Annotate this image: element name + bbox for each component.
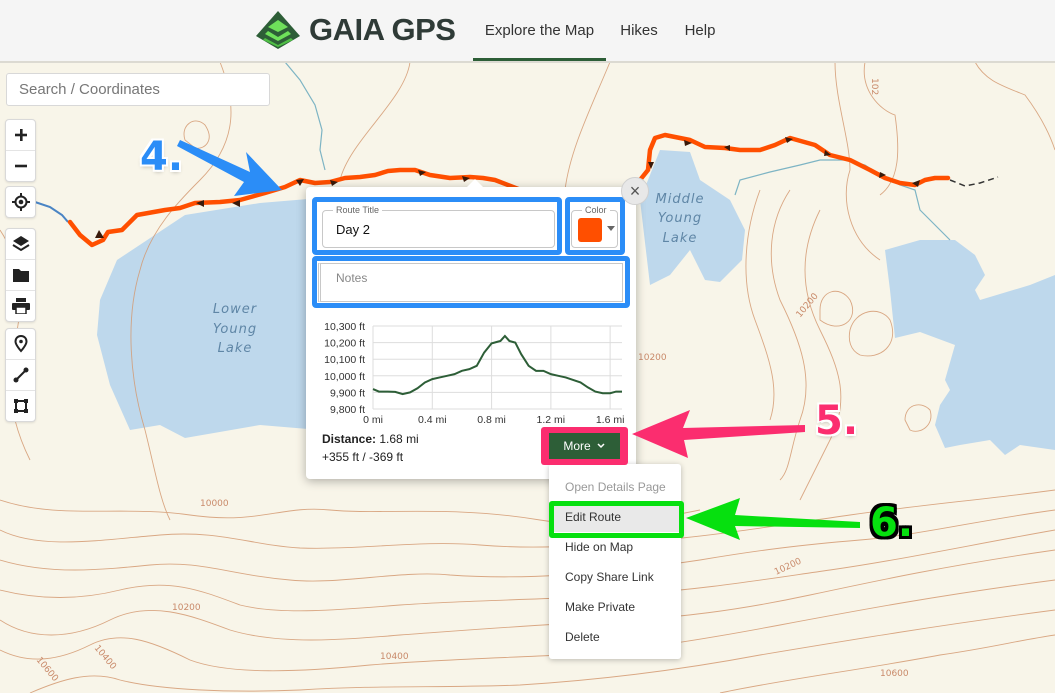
route-draw-icon bbox=[13, 367, 28, 383]
route-title-label: Route Title bbox=[333, 205, 383, 215]
x-tick-label: 0 mi bbox=[363, 414, 383, 423]
nav-label: Help bbox=[684, 22, 716, 39]
contour-label: 10200 bbox=[172, 603, 201, 613]
contour-label: 102 bbox=[869, 78, 879, 95]
area-draw-icon bbox=[13, 399, 28, 413]
nav-help[interactable]: Help bbox=[672, 0, 728, 61]
notes-placeholder: Notes bbox=[336, 271, 368, 285]
search-placeholder: Search / Coordinates bbox=[19, 81, 160, 98]
nav-label: Hikes bbox=[620, 22, 658, 39]
x-tick-label: 1.2 mi bbox=[537, 414, 566, 423]
menu-edit-route[interactable]: Edit Route bbox=[549, 502, 681, 532]
brand-name: GAIA GPS bbox=[309, 12, 456, 47]
layers-icon bbox=[11, 236, 30, 252]
menu-copy-share-link[interactable]: Copy Share Link bbox=[549, 562, 681, 592]
printer-icon bbox=[11, 298, 30, 314]
y-tick-label: 10,200 ft bbox=[324, 338, 365, 350]
plus-icon bbox=[14, 129, 27, 141]
lake-label: Lake bbox=[663, 231, 698, 246]
color-label: Color bbox=[582, 205, 610, 215]
search-input[interactable]: Search / Coordinates bbox=[6, 73, 270, 106]
route-stats: Distance: 1.68 mi +355 ft / -369 ft bbox=[322, 430, 419, 466]
locate-control bbox=[5, 186, 36, 218]
contour-label: 10200 bbox=[638, 353, 667, 363]
nav-explore-the-map[interactable]: Explore the Map bbox=[473, 0, 606, 61]
step5-label: 5. bbox=[815, 398, 859, 444]
step6-label: 6. bbox=[870, 500, 914, 546]
elevation-chart-svg: 9,800 ft 9,900 ft 10,000 ft 10,100 ft 10,200… bbox=[324, 321, 625, 426]
distance-label: Distance: bbox=[322, 432, 377, 446]
contour-label: 10400 bbox=[380, 652, 409, 662]
step4-label: 4. bbox=[140, 134, 184, 180]
draw-route-button[interactable] bbox=[6, 360, 35, 391]
menu-delete[interactable]: Delete bbox=[549, 622, 681, 652]
contour-label: 10000 bbox=[200, 499, 229, 509]
elevation-change: +355 ft / -369 ft bbox=[322, 450, 404, 464]
mountain-logo-icon bbox=[256, 11, 300, 49]
more-label: More bbox=[563, 439, 591, 453]
folder-icon bbox=[12, 269, 29, 282]
menu-item-label: Edit Route bbox=[565, 510, 622, 524]
menu-item-label: Hide on Map bbox=[565, 540, 634, 554]
menu-make-private[interactable]: Make Private bbox=[549, 592, 681, 622]
zoom-controls bbox=[5, 119, 36, 182]
map-pin-icon bbox=[13, 335, 28, 353]
route-title-value: Day 2 bbox=[336, 222, 370, 237]
lake-label: Lower bbox=[213, 302, 258, 317]
route-title-field[interactable]: Route Title Day 2 bbox=[322, 205, 555, 248]
nav-label: Explore the Map bbox=[484, 22, 595, 39]
elevation-chart: 9,800 ft 9,900 ft 10,000 ft 10,100 ft 10,200… bbox=[310, 318, 630, 426]
x-tick-label: 0.4 mi bbox=[418, 414, 447, 423]
menu-hide-on-map[interactable]: Hide on Map bbox=[549, 532, 681, 562]
distance-value: 1.68 mi bbox=[379, 432, 419, 446]
close-icon: × bbox=[629, 180, 641, 201]
y-tick-label: 9,900 ft bbox=[330, 387, 365, 399]
y-tick-label: 10,000 ft bbox=[324, 371, 365, 383]
lake-label: Young bbox=[213, 322, 257, 337]
notes-field[interactable]: Notes bbox=[318, 263, 623, 302]
brand-logo[interactable]: GAIA GPS bbox=[255, 10, 456, 50]
lake-label: Lake bbox=[218, 341, 253, 356]
draw-area-button[interactable] bbox=[6, 391, 35, 421]
more-button[interactable]: More bbox=[549, 433, 620, 459]
layers-tools-controls bbox=[5, 228, 36, 322]
menu-item-label: Open Details Page bbox=[565, 480, 666, 494]
menu-item-label: Copy Share Link bbox=[565, 570, 654, 584]
zoom-in-button[interactable] bbox=[6, 120, 35, 151]
y-tick-label: 10,300 ft bbox=[324, 321, 365, 333]
color-picker[interactable]: Color bbox=[571, 205, 618, 248]
menu-open-details-page[interactable]: Open Details Page bbox=[549, 472, 681, 502]
x-tick-label: 0.8 mi bbox=[477, 414, 506, 423]
menu-item-label: Make Private bbox=[565, 600, 636, 614]
top-navigation-bar: GAIA GPS Explore the Map Hikes Help bbox=[0, 0, 1055, 63]
elevation-line bbox=[372, 334, 622, 396]
zoom-out-button[interactable] bbox=[6, 151, 35, 181]
draw-controls bbox=[5, 328, 36, 422]
print-button[interactable] bbox=[6, 291, 35, 321]
crosshair-locate-icon bbox=[11, 193, 30, 211]
caret-down-icon bbox=[607, 226, 615, 231]
layers-button[interactable] bbox=[6, 229, 35, 260]
popup-pointer bbox=[466, 179, 484, 188]
y-tick-label: 9,800 ft bbox=[330, 404, 365, 416]
lake-label: Middle bbox=[656, 192, 705, 207]
close-popup-button[interactable]: × bbox=[621, 177, 649, 205]
locate-button[interactable] bbox=[6, 187, 35, 217]
menu-item-label: Delete bbox=[565, 630, 600, 644]
lake-label: Young bbox=[658, 211, 702, 226]
add-waypoint-button[interactable] bbox=[6, 329, 35, 360]
saved-items-button[interactable] bbox=[6, 260, 35, 291]
x-tick-label: 1.6 mi bbox=[596, 414, 625, 423]
nav-hikes[interactable]: Hikes bbox=[609, 0, 669, 61]
y-tick-label: 10,100 ft bbox=[324, 354, 365, 366]
more-dropdown-menu: Open Details Page Edit Route Hide on Map… bbox=[549, 464, 681, 659]
contour-label: 10600 bbox=[880, 669, 909, 679]
minus-icon bbox=[14, 164, 27, 168]
chevron-down-icon bbox=[597, 443, 605, 449]
color-swatch bbox=[578, 218, 602, 242]
